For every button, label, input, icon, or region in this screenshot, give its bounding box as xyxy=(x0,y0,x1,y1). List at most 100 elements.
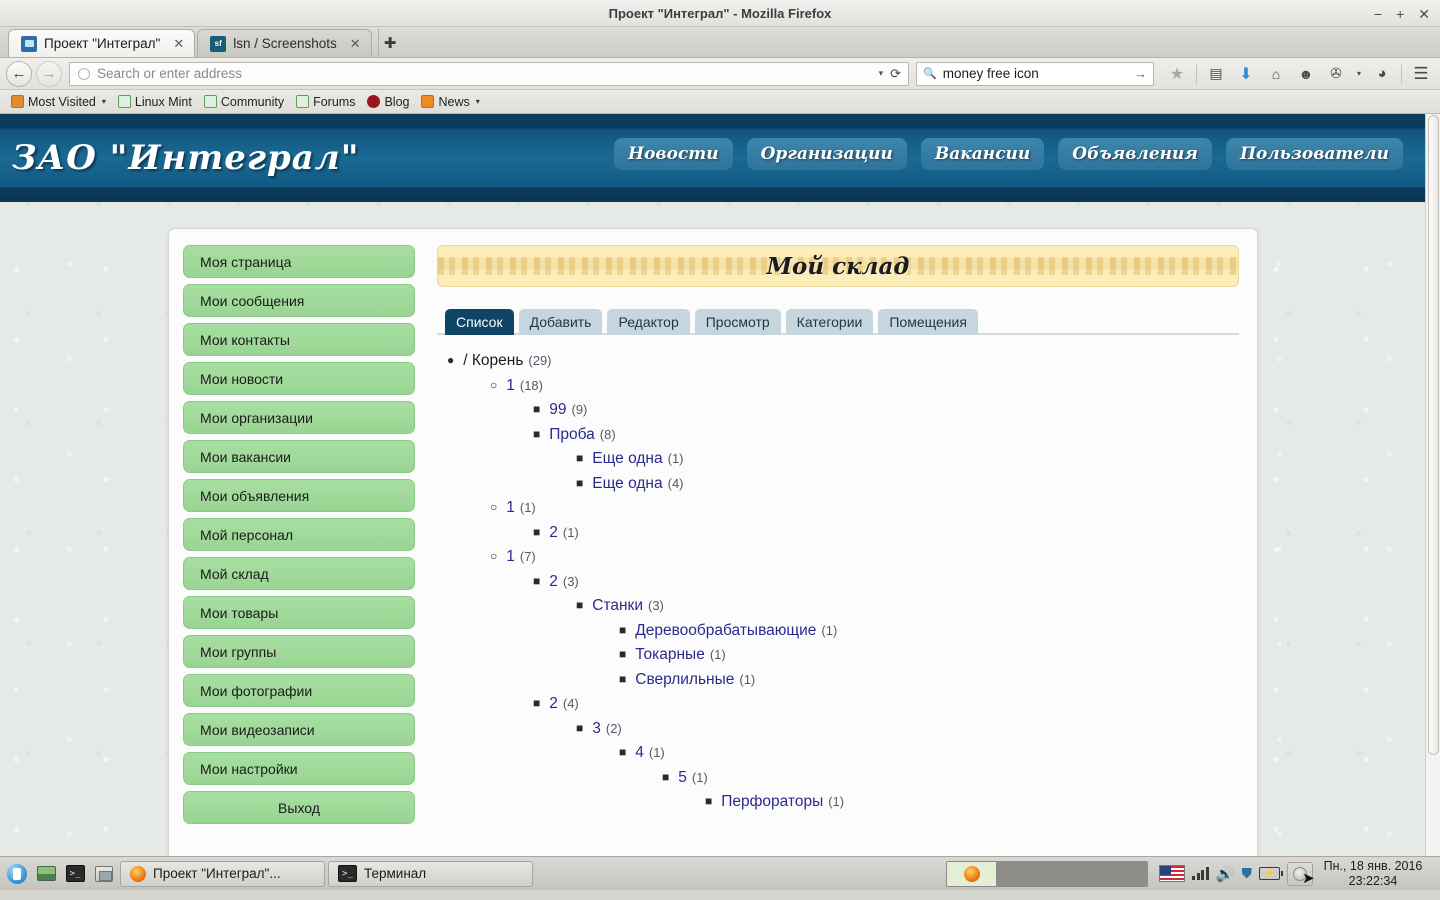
sidebar-item-logout[interactable]: Выход xyxy=(183,791,415,824)
tree-node-link[interactable]: Проба xyxy=(549,427,595,443)
sidebar-item-my-ads[interactable]: Мои объявления xyxy=(183,479,415,512)
nav-item-ads[interactable]: Объявления xyxy=(1058,138,1212,170)
scrollbar-thumb[interactable] xyxy=(1428,115,1439,755)
tree-node[interactable]: ■Станки(3) xyxy=(576,598,1239,614)
tree-node[interactable]: ■2(1) xyxy=(533,525,1239,541)
tree-node[interactable]: ○1(1) xyxy=(490,500,1239,516)
battery-icon[interactable]: ⚡ xyxy=(1259,867,1280,880)
close-icon[interactable]: ✕ xyxy=(1418,7,1430,21)
tab-editor[interactable]: Редактор xyxy=(607,309,689,335)
tree-node[interactable]: ○1(7) xyxy=(490,549,1239,565)
reload-icon[interactable]: ⟳ xyxy=(890,66,901,82)
tree-node-link[interactable]: 4 xyxy=(635,745,644,761)
sidebar-item-my-news[interactable]: Мои новости xyxy=(183,362,415,395)
chevron-down-icon[interactable]: ▾ xyxy=(476,97,480,106)
tree-node-link[interactable]: 2 xyxy=(549,574,558,590)
tree-node[interactable]: ■2(4) xyxy=(533,696,1239,712)
tree-node[interactable]: ■99(9) xyxy=(533,402,1239,418)
chevron-down-icon[interactable]: ▾ xyxy=(102,97,106,106)
disc-eject-icon[interactable]: ➤ xyxy=(1287,862,1313,886)
nav-item-users[interactable]: Пользователи xyxy=(1226,138,1403,170)
back-button[interactable]: ← xyxy=(6,61,32,87)
nav-item-news[interactable]: Новости xyxy=(614,138,733,170)
tree-node-link[interactable]: Еще одна xyxy=(592,451,662,467)
home-icon[interactable]: ⌂ xyxy=(1263,61,1289,87)
tab-add[interactable]: Добавить xyxy=(519,309,603,335)
firefox-account-icon[interactable]: ◕ xyxy=(1369,61,1395,87)
tree-node-link[interactable]: 1 xyxy=(506,500,515,516)
nav-item-organizations[interactable]: Организации xyxy=(747,138,907,170)
shield-icon[interactable]: ⛊ xyxy=(1242,865,1253,882)
browser-tab-screenshots[interactable]: sf lsn / Screenshots ✕ xyxy=(197,29,371,57)
reading-list-icon[interactable]: ▤ xyxy=(1203,61,1229,87)
search-input-value[interactable]: money free icon xyxy=(943,66,1134,81)
maximize-icon[interactable]: + xyxy=(1396,7,1404,21)
tree-node-link[interactable]: 2 xyxy=(549,696,558,712)
sidebar-item-my-warehouse[interactable]: Мой склад xyxy=(183,557,415,590)
address-bar[interactable]: Search or enter address ▾ ⟳ xyxy=(69,62,909,86)
tree-node-link[interactable]: Деревообрабатывающие xyxy=(635,623,816,639)
tree-node[interactable]: ■Деревообрабатывающие(1) xyxy=(619,623,1239,639)
sidebar-item-my-goods[interactable]: Мои товары xyxy=(183,596,415,629)
tree-node[interactable]: ■Перфораторы(1) xyxy=(705,794,1239,810)
bookmark-community[interactable]: Community xyxy=(199,95,289,109)
minimize-icon[interactable]: − xyxy=(1374,7,1382,21)
network-signal-icon[interactable] xyxy=(1192,867,1209,880)
site-logo[interactable]: ЗАО "Интеграл" xyxy=(12,138,359,178)
taskbar-task-firefox[interactable]: Проект "Интеграл"... xyxy=(120,861,325,887)
workspace-3[interactable] xyxy=(1047,862,1097,886)
terminal-icon[interactable]: >_ xyxy=(62,861,88,887)
menu-icon[interactable]: ☰ xyxy=(1408,61,1434,87)
window-list-icon[interactable] xyxy=(91,861,117,887)
tree-node[interactable]: ■2(3) xyxy=(533,574,1239,590)
files-icon[interactable] xyxy=(33,861,59,887)
new-tab-button[interactable]: ✚ xyxy=(378,29,402,57)
tree-node-link[interactable]: 5 xyxy=(678,770,687,786)
workspace-1[interactable] xyxy=(947,862,997,886)
page-scrollbar[interactable] xyxy=(1425,114,1440,856)
tab-list[interactable]: Список xyxy=(445,309,514,335)
workspace-switcher[interactable] xyxy=(946,861,1148,887)
tree-node-link[interactable]: 2 xyxy=(549,525,558,541)
sidebar-item-my-groups[interactable]: Мои группы xyxy=(183,635,415,668)
browser-tab-integral[interactable]: Проект "Интеграл" ✕ xyxy=(8,29,195,57)
sidebar-item-my-settings[interactable]: Мои настройки xyxy=(183,752,415,785)
sidebar-item-my-messages[interactable]: Мои сообщения xyxy=(183,284,415,317)
search-go-icon[interactable]: → xyxy=(1134,66,1147,81)
tree-node-link[interactable]: Токарные xyxy=(635,647,705,663)
tree-node[interactable]: ■Проба(8) xyxy=(533,427,1239,443)
tree-node-link[interactable]: Перфораторы xyxy=(721,794,823,810)
tree-node[interactable]: ○1(18) xyxy=(490,378,1239,394)
sidebar-item-my-organizations[interactable]: Мои организации xyxy=(183,401,415,434)
nav-item-vacancies[interactable]: Вакансии xyxy=(921,138,1044,170)
tree-node-link[interactable]: Еще одна xyxy=(592,476,662,492)
sidebar-item-my-page[interactable]: Моя страница xyxy=(183,245,415,278)
sidebar-item-my-videos[interactable]: Мои видеозаписи xyxy=(183,713,415,746)
downloads-icon[interactable]: ⬇ xyxy=(1233,61,1259,87)
sidebar-item-my-contacts[interactable]: Мои контакты xyxy=(183,323,415,356)
sidebar-item-my-photos[interactable]: Мои фотографии xyxy=(183,674,415,707)
chevron-down-icon[interactable]: ▾ xyxy=(879,68,884,79)
bookmark-most-visited[interactable]: Most Visited ▾ xyxy=(6,95,111,109)
tree-node-link[interactable]: 1 xyxy=(506,378,515,394)
tree-node[interactable]: ■Еще одна(4) xyxy=(576,476,1239,492)
tree-node[interactable]: ■Сверлильные(1) xyxy=(619,672,1239,688)
workspace-2[interactable] xyxy=(997,862,1047,886)
bookmark-forums[interactable]: Forums xyxy=(291,95,360,109)
bookmark-blog[interactable]: Blog xyxy=(362,95,414,109)
bookmark-news[interactable]: News ▾ xyxy=(416,95,484,109)
tab-categories[interactable]: Категории xyxy=(786,309,874,335)
tree-node-link[interactable]: 99 xyxy=(549,402,566,418)
tree-node[interactable]: ■3(2) xyxy=(576,721,1239,737)
volume-icon[interactable]: 🔊 xyxy=(1216,865,1235,883)
taskbar-task-terminal[interactable]: >_ Терминал xyxy=(328,861,533,887)
tree-node-link[interactable]: Станки xyxy=(592,598,643,614)
sidebar-item-my-vacancies[interactable]: Мои вакансии xyxy=(183,440,415,473)
bookmark-linux-mint[interactable]: Linux Mint xyxy=(113,95,197,109)
tab-view[interactable]: Просмотр xyxy=(695,309,781,335)
tree-node[interactable]: ●/ Корень(29) xyxy=(447,353,1239,369)
tab-rooms[interactable]: Помещения xyxy=(878,309,978,335)
sidebar-item-my-personnel[interactable]: Мой персонал xyxy=(183,518,415,551)
tree-node[interactable]: ■4(1) xyxy=(619,745,1239,761)
workspace-4[interactable] xyxy=(1097,862,1147,886)
